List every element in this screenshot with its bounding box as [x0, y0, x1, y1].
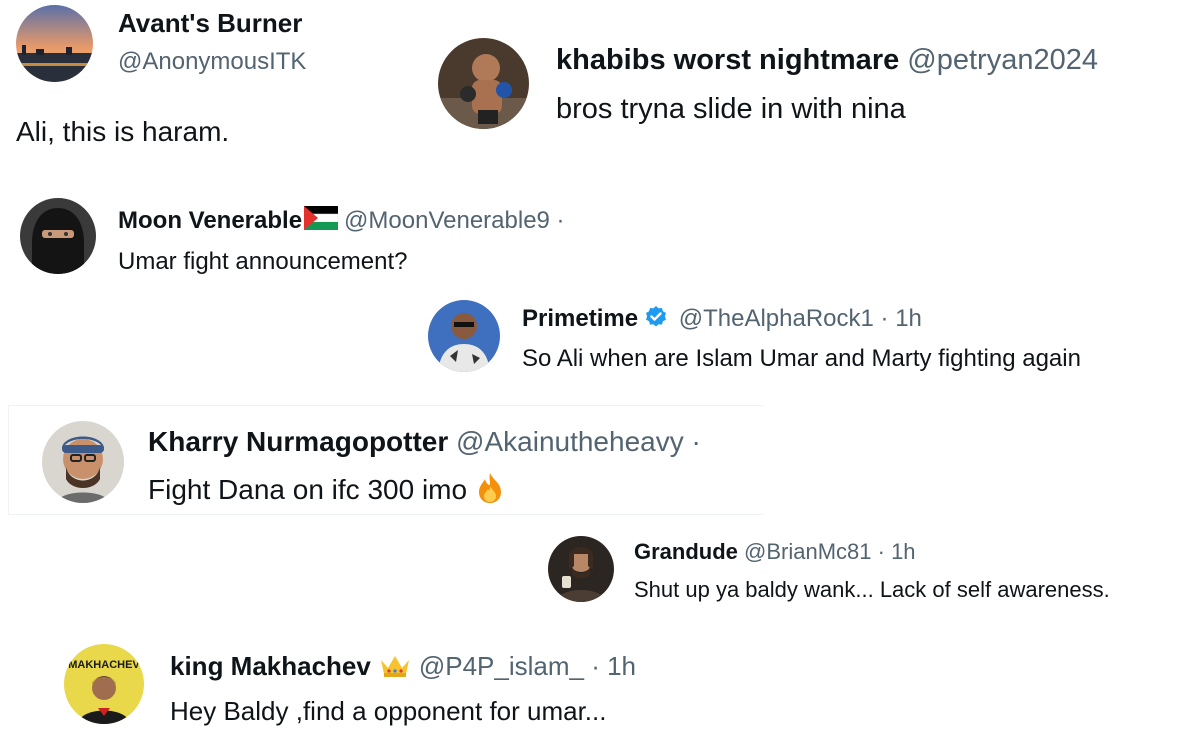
tweet-text: So Ali when are Islam Umar and Marty fig… [522, 345, 1081, 372]
man-with-drink-avatar-icon[interactable] [548, 536, 614, 602]
crown-icon [379, 652, 411, 685]
author-name[interactable]: Avant's Burner [118, 8, 302, 39]
author-handle[interactable]: @petryan2024 [907, 44, 1098, 76]
tweet-text: Fight Dana on ifc 300 imo [148, 473, 468, 505]
author-handle[interactable]: @Akainutheheavy · [456, 426, 701, 457]
niqab-avatar-icon[interactable] [20, 198, 96, 274]
sunset-avatar-icon[interactable] [16, 5, 93, 82]
author-name[interactable]: Kharry Nurmagopotter [148, 426, 448, 457]
fighter-avatar-icon[interactable] [438, 38, 529, 129]
tweet-text: Ali, this is haram. [16, 116, 230, 147]
author-name[interactable]: king Makhachev [170, 651, 371, 681]
author-handle[interactable]: @MoonVenerable9 · [344, 207, 565, 234]
fire-icon [475, 472, 505, 511]
makhachev-avatar-icon[interactable]: MAKHACHEV [64, 644, 144, 724]
author-handle[interactable]: @BrianMc81 · 1h [744, 539, 916, 564]
tweet-text: Hey Baldy ,find a opponent for umar... [170, 696, 607, 726]
author-name[interactable]: Moon Venerable [118, 207, 302, 234]
avatar-logo-text: MAKHACHEV [68, 659, 140, 671]
bearded-man-avatar-icon[interactable] [42, 421, 124, 503]
rock-avatar-icon[interactable] [428, 300, 500, 372]
tweet-text: Umar fight announcement? [118, 248, 408, 275]
palestine-flag-icon [303, 206, 339, 237]
author-name[interactable]: khabibs worst nightmare [556, 44, 899, 76]
author-handle[interactable]: @P4P_islam_ · 1h [419, 651, 636, 681]
author-name[interactable]: Grandude [634, 539, 738, 564]
verified-badge-icon [644, 305, 668, 336]
tweet-text: Shut up ya baldy wank... Lack of self aw… [634, 577, 1110, 602]
author-handle[interactable]: @AnonymousITK [118, 48, 306, 76]
author-name[interactable]: Primetime [522, 305, 638, 332]
tweet-text: bros tryna slide in with nina [556, 93, 906, 125]
author-handle[interactable]: @TheAlphaRock1 · 1h [679, 305, 922, 332]
